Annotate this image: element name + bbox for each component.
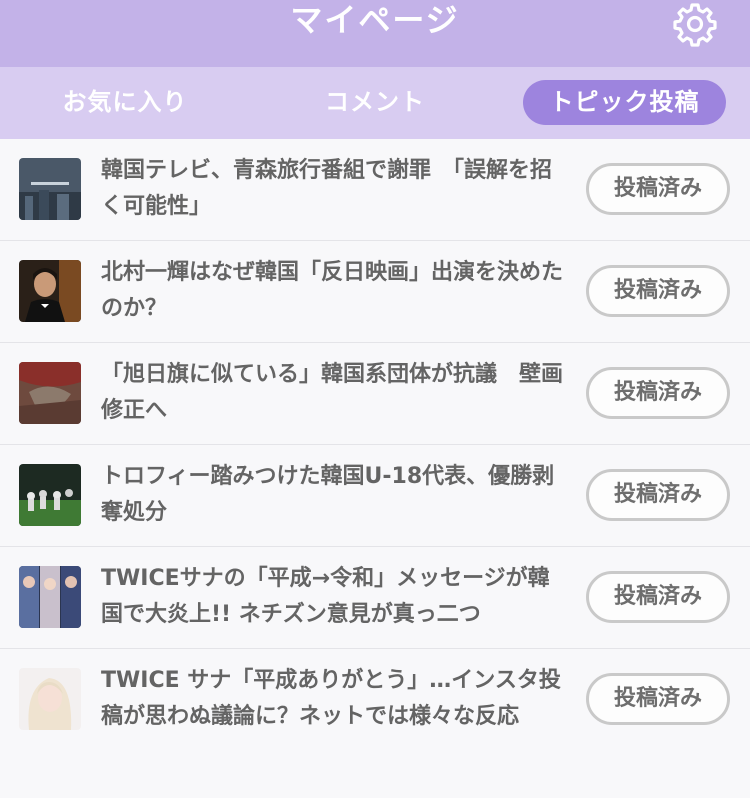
list-item[interactable]: TWICE サナ「平成ありがとう」…インスタ投稿が思わぬ議論に？ネットでは様々な…	[0, 649, 750, 798]
tab-topic-posts[interactable]: トピック投稿	[523, 80, 726, 125]
tab-bar: お気に入り コメント トピック投稿	[0, 67, 750, 139]
topic-title: 韓国テレビ、青森旅行番組で謝罪 「誤解を招く可能性」	[101, 158, 553, 219]
topic-title: TWICE サナ「平成ありがとう」…インスタ投稿が思わぬ議論に？ネットでは様々な…	[101, 668, 561, 729]
topic-title: トロフィー踏みつけた韓国U-18代表、優勝剥奪処分	[101, 464, 555, 525]
list-item[interactable]: TWICEサナの「平成→令和」メッセージが韓国で大炎上!! ネチズン意見が真っ二…	[0, 547, 750, 649]
posted-button[interactable]: 投稿済み	[586, 367, 730, 419]
posted-button[interactable]: 投稿済み	[586, 265, 730, 317]
posted-button[interactable]: 投稿済み	[586, 571, 730, 623]
list-item[interactable]: 「旭日旗に似ている」韓国系団体が抗議 壁画修正へ 投稿済み	[0, 343, 750, 445]
gear-icon[interactable]	[672, 1, 718, 47]
thumbnail-image	[19, 158, 81, 220]
posted-button[interactable]: 投稿済み	[586, 673, 730, 725]
posted-button[interactable]: 投稿済み	[586, 163, 730, 215]
thumbnail-image	[19, 566, 81, 628]
thumbnail-image	[19, 260, 81, 322]
header-bar: マイページ	[0, 0, 750, 67]
list-item[interactable]: 北村一輝はなぜ韓国「反日映画」出演を決めたのか？ 投稿済み	[0, 241, 750, 343]
thumbnail-image	[19, 362, 81, 424]
tab-comments[interactable]: コメント	[290, 80, 460, 125]
thumbnail-image	[19, 668, 81, 730]
topic-title: 「旭日旗に似ている」韓国系団体が抗議 壁画修正へ	[101, 362, 564, 423]
posted-button[interactable]: 投稿済み	[586, 469, 730, 521]
topic-title: TWICEサナの「平成→令和」メッセージが韓国で大炎上!! ネチズン意見が真っ二…	[101, 566, 550, 627]
topic-title: 北村一輝はなぜ韓国「反日映画」出演を決めたのか？	[101, 260, 564, 321]
thumbnail-image	[19, 464, 81, 526]
tab-favorites[interactable]: お気に入り	[40, 80, 210, 125]
list-item[interactable]: トロフィー踏みつけた韓国U-18代表、優勝剥奪処分 投稿済み	[0, 445, 750, 547]
list-item[interactable]: 韓国テレビ、青森旅行番組で謝罪 「誤解を招く可能性」 投稿済み	[0, 139, 750, 241]
page-title: マイページ	[290, 1, 460, 39]
